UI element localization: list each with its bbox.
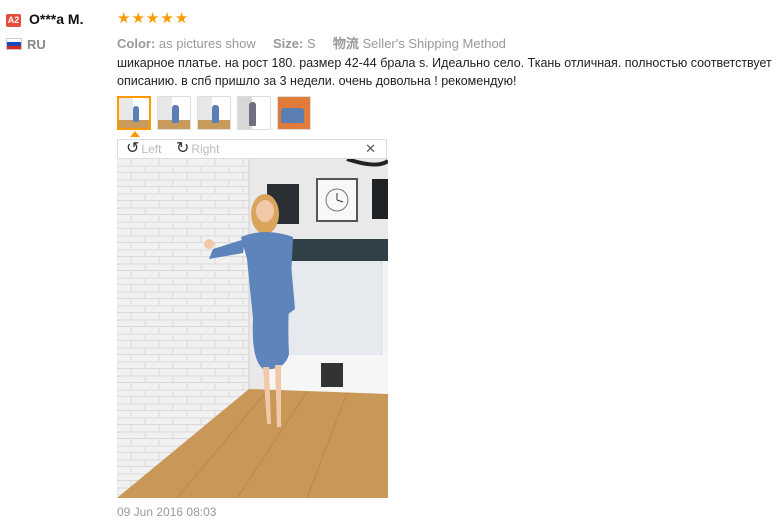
color-label: Color:	[117, 36, 156, 51]
star-icon: ★	[145, 10, 160, 27]
size-label: Size:	[272, 36, 304, 51]
review-date: 09 Jun 2016 08:03	[117, 505, 217, 519]
thumbnail-3[interactable]	[197, 96, 231, 130]
buyer-level-badge: A2	[6, 14, 21, 27]
star-icon: ★	[160, 10, 174, 27]
review-attributes: Color: as pictures show Size: S 物流 Selle…	[117, 33, 506, 52]
thumbnail-strip	[117, 96, 311, 130]
thumbnail-1[interactable]	[117, 96, 151, 130]
image-viewer-toolbar: ↺ Left ↻ Right ✕	[117, 139, 387, 159]
star-icon: ★	[174, 10, 189, 27]
color-value: as pictures show	[158, 36, 256, 51]
rotate-left-button[interactable]: ↺ Left	[126, 141, 161, 157]
close-icon[interactable]: ✕	[365, 141, 376, 157]
review-text: шикарное платье. на рост 180. размер 42-…	[117, 56, 772, 88]
thumbnail-4[interactable]	[237, 96, 271, 130]
reviewer-country: RU	[27, 37, 46, 52]
star-rating: ★ ★ ★ ★ ★	[117, 11, 188, 27]
rotate-right-button[interactable]: ↻ Right	[176, 141, 219, 157]
thumbnail-2[interactable]	[157, 96, 191, 130]
shipping-value: Seller's Shipping Method	[362, 36, 506, 51]
rotate-right-icon: ↻	[176, 140, 190, 157]
rotate-right-label: Right	[191, 142, 220, 156]
rotate-left-icon: ↺	[126, 140, 140, 157]
shipping-label: 物流	[332, 36, 359, 51]
review-photo[interactable]	[117, 159, 388, 498]
rotate-left-label: Left	[141, 142, 162, 156]
country-flag-icon	[6, 38, 22, 50]
star-icon: ★	[131, 10, 145, 27]
size-value: S	[306, 36, 316, 51]
thumbnail-5[interactable]	[277, 96, 311, 130]
selected-thumbnail-indicator	[130, 131, 140, 137]
reviewer-name: O***a M.	[29, 11, 84, 27]
star-icon: ★	[117, 10, 131, 27]
